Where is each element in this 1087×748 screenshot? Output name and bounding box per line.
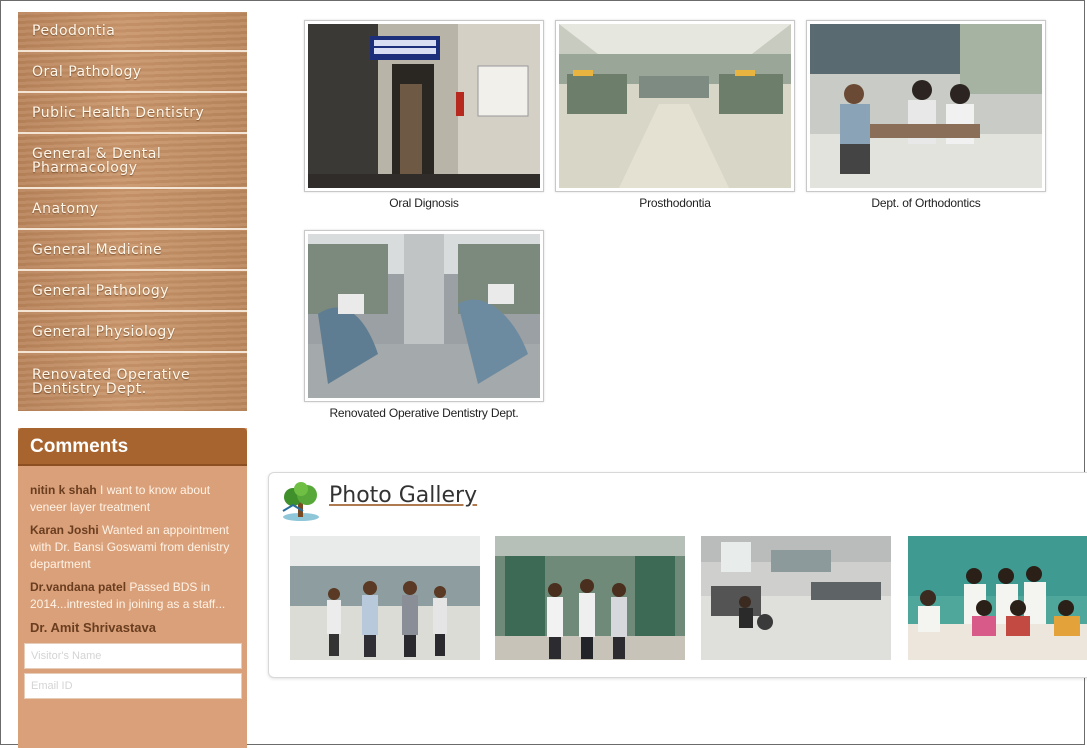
menu-item-label: General Physiology (32, 323, 176, 340)
menu-item-public-health-dentistry[interactable]: Public Health Dentistry (18, 93, 247, 134)
dept-photo[interactable] (555, 20, 795, 192)
menu-item-general-physiology[interactable]: General Physiology (18, 312, 247, 353)
gallery-photo-2[interactable] (495, 536, 685, 660)
dept-photo[interactable] (806, 20, 1046, 192)
menu-item-label: Anatomy (32, 200, 99, 217)
dept-thumbnail-prosthodontia[interactable]: Prosthodontia (555, 20, 795, 210)
renovated-operative-photo (308, 234, 540, 398)
menu-item-label: General Medicine (32, 241, 163, 258)
dept-thumbnail-oral-dignosis[interactable]: Oral Dignosis (304, 20, 544, 210)
menu-item-anatomy[interactable]: Anatomy (18, 189, 247, 230)
dept-photo[interactable] (304, 230, 544, 402)
dept-caption[interactable]: Oral Dignosis (304, 196, 544, 210)
email-input[interactable] (24, 673, 242, 699)
comment-list: nitin k shah I want to know about veneer… (18, 466, 247, 637)
menu-item-renovated-operative-dentistry[interactable]: Renovated Operative Dentistry Dept. (18, 353, 247, 411)
dept-photo[interactable] (304, 20, 544, 192)
department-sidebar: Pedodontia Oral Pathology Public Health … (18, 12, 247, 411)
menu-item-general-pathology[interactable]: General Pathology (18, 271, 247, 312)
menu-item-label: Renovated Operative Dentistry Dept. (32, 367, 191, 397)
comment-item: Dr.vandana patel Passed BDS in 2014...in… (30, 579, 241, 613)
prosthodontia-photo (559, 24, 791, 188)
comment-item: Dr. Amit Shrivastava (30, 619, 241, 637)
comments-panel: Comments nitin k shah I want to know abo… (18, 428, 247, 748)
tree-globe-icon (282, 482, 319, 521)
dept-thumbnail-orthodontics[interactable]: Dept. of Orthodontics (806, 20, 1046, 210)
dept-caption[interactable]: Prosthodontia (555, 196, 795, 210)
dept-caption[interactable]: Dept. of Orthodontics (806, 196, 1046, 210)
orthodontics-photo (810, 24, 1042, 188)
comment-item: nitin k shah I want to know about veneer… (30, 482, 241, 516)
menu-item-label: Oral Pathology (32, 63, 142, 80)
gallery-title[interactable]: Photo Gallery (329, 483, 477, 508)
menu-item-oral-pathology[interactable]: Oral Pathology (18, 52, 247, 93)
gallery-photo-3[interactable] (701, 536, 891, 660)
gallery-photo-1[interactable] (290, 536, 480, 660)
gallery-photo-4[interactable] (908, 536, 1087, 660)
menu-item-label: General & Dental Pharmacology (32, 145, 162, 176)
visitor-name-input[interactable] (24, 643, 242, 669)
dept-thumbnail-renovated-operative-dentistry[interactable]: Renovated Operative Dentistry Dept. (304, 230, 544, 420)
comment-author[interactable]: Dr. Amit Shrivastava (30, 620, 156, 635)
menu-item-label: General Pathology (32, 282, 170, 299)
comment-item: Karan Joshi Wanted an appointment with D… (30, 522, 241, 573)
menu-item-label: Pedodontia (32, 23, 116, 39)
comment-author[interactable]: Karan Joshi (30, 523, 99, 537)
photo-gallery-panel: Photo Gallery (268, 472, 1087, 678)
comment-author[interactable]: Dr.vandana patel (30, 580, 126, 594)
oral-dignosis-photo (308, 24, 540, 188)
comments-title: Comments (18, 428, 247, 466)
comment-author[interactable]: nitin k shah (30, 483, 97, 497)
dept-caption[interactable]: Renovated Operative Dentistry Dept. (304, 406, 544, 420)
menu-item-pedodontia[interactable]: Pedodontia (18, 12, 247, 52)
menu-item-general-medicine[interactable]: General Medicine (18, 230, 247, 271)
menu-item-label: Public Health Dentistry (32, 104, 205, 121)
menu-item-general-dental-pharmacology[interactable]: General & Dental Pharmacology (18, 134, 247, 189)
department-menu: Pedodontia Oral Pathology Public Health … (18, 12, 247, 411)
